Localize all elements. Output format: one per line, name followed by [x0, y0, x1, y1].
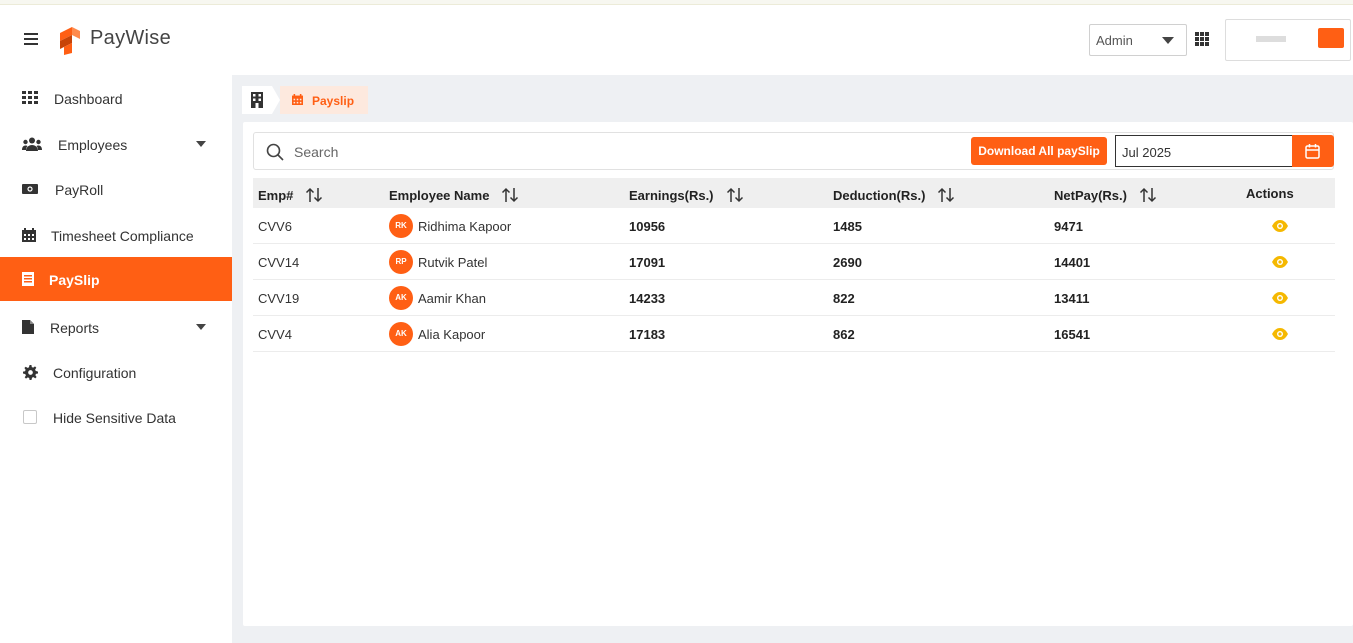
breadcrumb-current: Payslip: [280, 86, 368, 114]
sidebar-item-label: Configuration: [53, 365, 137, 381]
sidebar-item-label: Hide Sensitive Data: [53, 410, 176, 426]
calendar-icon: [292, 94, 303, 105]
netpay: 13411: [1054, 291, 1090, 306]
chevron-down-icon: [196, 141, 206, 147]
sidebar-item-label: Timesheet Compliance: [51, 228, 194, 244]
breadcrumb-current-label: Payslip: [312, 94, 355, 108]
table-row: CVV4 AK Alia Kapoor 17183 862 16541: [253, 316, 1335, 352]
column-header-actions: Actions: [1246, 186, 1294, 201]
calendar-button[interactable]: [1292, 135, 1334, 167]
emp-id: CVV4: [258, 327, 292, 342]
money-icon: [22, 184, 38, 194]
eye-icon[interactable]: [1271, 255, 1289, 269]
avatar: RP: [389, 250, 413, 274]
sidebar: Dashboard Employees PayRoll Timesheet Co…: [0, 75, 232, 643]
deduction: 822: [833, 291, 855, 306]
search-input[interactable]: [294, 142, 894, 162]
column-header-emp: Emp#: [258, 186, 323, 204]
sort-icon[interactable]: [1139, 186, 1157, 204]
role-select-value: Admin: [1096, 33, 1133, 48]
sidebar-item-hide-sensitive-data[interactable]: Hide Sensitive Data: [0, 395, 232, 439]
period-input[interactable]: Jul 2025: [1115, 135, 1293, 167]
eye-icon[interactable]: [1271, 219, 1289, 233]
column-header-earnings: Earnings(Rs.): [629, 186, 744, 204]
emp-id: CVV6: [258, 219, 292, 234]
document-icon: [22, 320, 34, 334]
deduction: 1485: [833, 219, 862, 234]
avatar: RK: [389, 214, 413, 238]
netpay: 9471: [1054, 219, 1083, 234]
paywise-logo-icon: [60, 27, 80, 55]
avatar: AK: [389, 322, 413, 346]
sidebar-item-employees[interactable]: Employees: [0, 122, 232, 166]
emp-id: CVV19: [258, 291, 300, 306]
breadcrumb-home[interactable]: [242, 86, 272, 114]
chevron-down-icon: [196, 324, 206, 330]
column-header-netpay: NetPay(Rs.): [1054, 186, 1157, 204]
earnings: 17091: [629, 255, 666, 270]
brand-name: PayWise: [90, 27, 172, 49]
table-row: CVV6 RK Ridhima Kapoor 10956 1485 9471: [253, 208, 1335, 244]
role-select[interactable]: Admin: [1089, 24, 1187, 56]
sidebar-item-reports[interactable]: Reports: [0, 305, 232, 349]
search-icon: [266, 143, 284, 161]
building-icon: [251, 92, 263, 108]
sidebar-item-label: Employees: [58, 137, 128, 153]
earnings: 10956: [629, 219, 666, 234]
header: PayWise Admin: [0, 5, 1353, 75]
column-header-employee-name: Employee Name: [389, 186, 519, 204]
calendar-icon: [1305, 144, 1320, 159]
sidebar-item-payroll[interactable]: PayRoll: [0, 167, 232, 211]
earnings: 14233: [629, 291, 666, 306]
employee-name: Ridhima Kapoor: [418, 219, 512, 234]
hide-sensitive-data-checkbox[interactable]: [23, 410, 37, 424]
eye-icon[interactable]: [1271, 327, 1289, 341]
deduction: 2690: [833, 255, 862, 270]
avatar: AK: [389, 286, 413, 310]
table-header: Emp# Employee Name Earnings(Rs.) Deducti…: [253, 178, 1335, 208]
chevron-down-icon: [1162, 37, 1174, 44]
apps-icon[interactable]: [1195, 32, 1209, 46]
gear-icon: [23, 365, 38, 380]
emp-id: CVV14: [258, 255, 300, 270]
sidebar-item-configuration[interactable]: Configuration: [0, 350, 232, 394]
deduction: 862: [833, 327, 855, 342]
payslip-table: Emp# Employee Name Earnings(Rs.) Deducti…: [253, 178, 1335, 352]
download-all-payslip-button[interactable]: Download All paySlip: [971, 137, 1107, 165]
document-icon: [22, 272, 34, 286]
payslip-card: Download All paySlip Jul 2025 Emp# Emplo…: [243, 122, 1353, 626]
sidebar-item-label: PayRoll: [55, 182, 104, 198]
netpay: 14401: [1054, 255, 1091, 270]
breadcrumb-separator: [272, 86, 280, 114]
main-content: Payslip Download All paySlip Jul 2025 Em…: [232, 75, 1353, 643]
company-logo: [1225, 19, 1351, 61]
sidebar-item-payslip[interactable]: PaySlip: [0, 257, 232, 301]
sidebar-item-dashboard[interactable]: Dashboard: [0, 76, 232, 120]
grid-icon: [22, 91, 38, 104]
employee-name: Rutvik Patel: [418, 255, 488, 270]
earnings: 17183: [629, 327, 666, 342]
sort-icon[interactable]: [305, 186, 323, 204]
sidebar-item-label: Reports: [50, 320, 100, 336]
sort-icon[interactable]: [937, 186, 955, 204]
hamburger-icon[interactable]: [24, 33, 38, 45]
sort-icon[interactable]: [501, 186, 519, 204]
netpay: 16541: [1054, 327, 1091, 342]
eye-icon[interactable]: [1271, 291, 1289, 305]
employee-name: Aamir Khan: [418, 291, 486, 306]
sidebar-item-label: PaySlip: [49, 272, 100, 288]
employee-name: Alia Kapoor: [418, 327, 486, 342]
sidebar-item-label: Dashboard: [54, 91, 123, 107]
calendar-icon: [22, 228, 36, 242]
table-row: CVV14 RP Rutvik Patel 17091 2690 14401: [253, 244, 1335, 280]
sort-icon[interactable]: [726, 186, 744, 204]
sidebar-item-timesheet-compliance[interactable]: Timesheet Compliance: [0, 213, 232, 257]
table-row: CVV19 AK Aamir Khan 14233 822 13411: [253, 280, 1335, 316]
column-header-deduction: Deduction(Rs.): [833, 186, 955, 204]
users-icon: [22, 137, 42, 151]
